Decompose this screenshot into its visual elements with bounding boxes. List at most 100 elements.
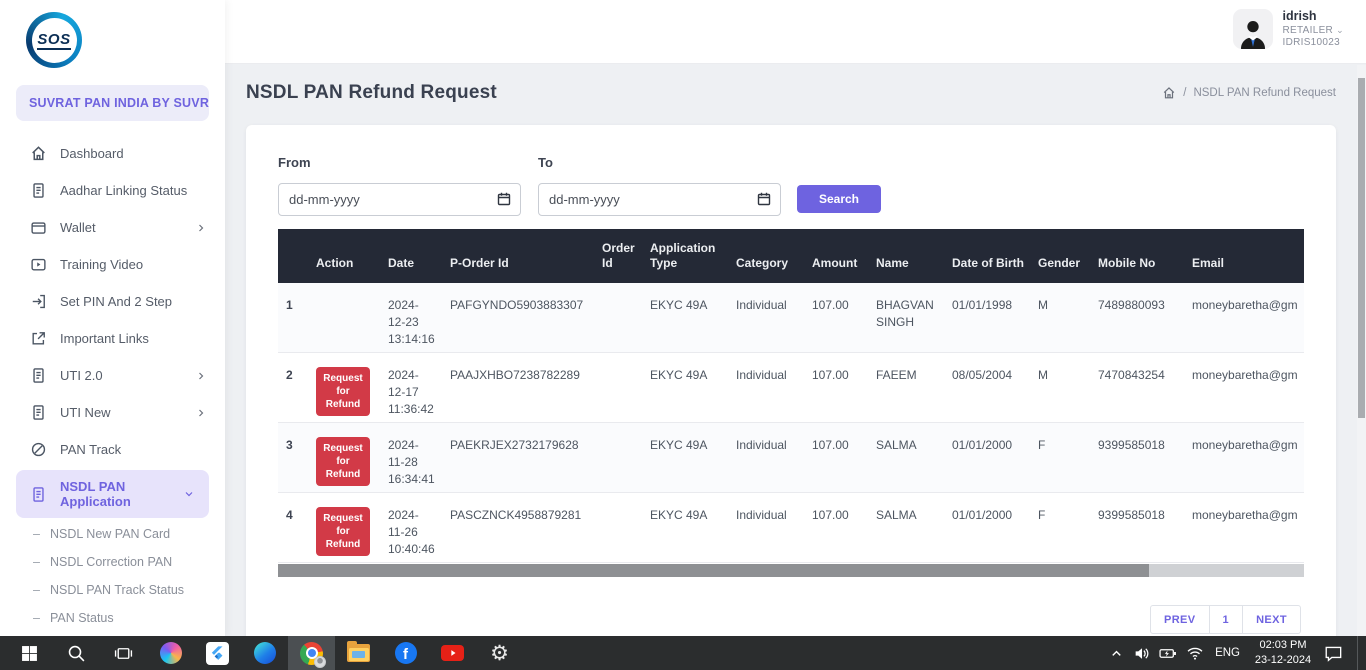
horizontal-scrollbar-thumb[interactable] bbox=[278, 564, 1149, 577]
cell-order_id bbox=[596, 353, 644, 422]
taskbar-search-icon[interactable] bbox=[53, 636, 100, 670]
pagination: PREV 1 NEXT bbox=[278, 605, 1304, 634]
language-indicator[interactable]: ENG bbox=[1213, 647, 1242, 659]
sidebar-item-nsdl-pan-application[interactable]: NSDL PAN Application bbox=[16, 470, 209, 518]
sidebar-item-pan-track[interactable]: PAN Track bbox=[0, 431, 225, 468]
next-page-button[interactable]: NEXT bbox=[1242, 605, 1301, 634]
sidebar-item-aadhar-linking-status[interactable]: Aadhar Linking Status bbox=[0, 172, 225, 209]
cell-gender: F bbox=[1032, 493, 1092, 562]
sidebar-subitem-nsdl-correction-pan[interactable]: –NSDL Correction PAN bbox=[0, 548, 225, 576]
taskbar-chrome-icon[interactable] bbox=[288, 636, 335, 670]
cell-action bbox=[310, 283, 382, 352]
user-role: RETAILER bbox=[1283, 25, 1334, 36]
taskbar-task-view-icon[interactable] bbox=[100, 636, 147, 670]
page-scrollbar-thumb[interactable] bbox=[1358, 78, 1365, 418]
column-header bbox=[278, 272, 310, 283]
sidebar-subitem-pan-status[interactable]: –PAN Status bbox=[0, 604, 225, 632]
cell-amount: 107.00 bbox=[806, 493, 870, 562]
cell-mobile: 7470843254 bbox=[1092, 353, 1186, 422]
request-refund-button[interactable]: Request for Refund bbox=[316, 437, 370, 486]
request-refund-button[interactable]: Request for Refund bbox=[316, 367, 370, 416]
sidebar-subitem-label: NSDL Correction PAN bbox=[50, 555, 172, 569]
chrome-profile-badge bbox=[314, 656, 326, 668]
cell-gender: M bbox=[1032, 353, 1092, 422]
cell-mobile: 7489880093 bbox=[1092, 283, 1186, 352]
battery-icon[interactable] bbox=[1159, 645, 1177, 662]
system-tray: ENG 02:03 PM 23-12-2024 bbox=[1109, 636, 1366, 670]
taskbar-copilot-icon[interactable] bbox=[147, 636, 194, 670]
avatar[interactable] bbox=[1233, 9, 1273, 49]
taskbar-facebook-icon[interactable]: f bbox=[382, 636, 429, 670]
sidebar-item-wallet[interactable]: Wallet bbox=[0, 209, 225, 246]
sidebar-item-uti-new[interactable]: UTI New bbox=[0, 394, 225, 431]
cell-amount: 107.00 bbox=[806, 353, 870, 422]
sidebar-item-dashboard[interactable]: Dashboard bbox=[0, 135, 225, 172]
page-number-button[interactable]: 1 bbox=[1209, 605, 1244, 634]
cell-p_order_id: PAEKRJEX2732179628 bbox=[444, 423, 596, 492]
clock[interactable]: 02:03 PM 23-12-2024 bbox=[1251, 638, 1315, 668]
cell-amount: 107.00 bbox=[806, 283, 870, 352]
to-date-input[interactable] bbox=[538, 183, 781, 216]
cell-sno: 4 bbox=[278, 493, 310, 562]
wallet-icon bbox=[30, 219, 47, 236]
taskbar-youtube-icon[interactable] bbox=[429, 636, 476, 670]
sidebar-item-important-links[interactable]: Important Links bbox=[0, 320, 225, 357]
taskbar-edge-icon[interactable] bbox=[241, 636, 288, 670]
hidden-icons-chevron-icon[interactable] bbox=[1109, 646, 1124, 661]
cell-order_id bbox=[596, 423, 644, 492]
cell-amount: 107.00 bbox=[806, 423, 870, 492]
calendar-icon[interactable] bbox=[496, 191, 512, 207]
volume-icon[interactable] bbox=[1133, 645, 1150, 662]
horizontal-scrollbar[interactable] bbox=[278, 564, 1304, 577]
sidebar-item-set-pin-and-2-step[interactable]: Set PIN And 2 Step bbox=[0, 283, 225, 320]
cell-p_order_id: PAAJXHBO7238782289 bbox=[444, 353, 596, 422]
app-logo[interactable]: SOS bbox=[26, 12, 82, 68]
sidebar-item-label: Dashboard bbox=[60, 146, 124, 161]
taskbar-file-explorer-icon[interactable] bbox=[335, 636, 382, 670]
screen: idrish RETAILER ⌄ IDRIS10023 SOS SUVRAT … bbox=[0, 0, 1366, 670]
user-menu[interactable]: idrish RETAILER ⌄ IDRIS10023 bbox=[1233, 9, 1345, 50]
chevron-down-icon[interactable]: ⌄ bbox=[1336, 25, 1344, 35]
sidebar-subitem-nsdl-pan-track-status[interactable]: –NSDL PAN Track Status bbox=[0, 576, 225, 604]
taskbar-settings-icon[interactable]: ⚙ bbox=[476, 636, 523, 670]
sidebar-subitem-label: NSDL PAN Track Status bbox=[50, 583, 184, 597]
cell-gender: M bbox=[1032, 283, 1092, 352]
from-date-input[interactable] bbox=[278, 183, 521, 216]
sidebar-item-label: Important Links bbox=[60, 331, 149, 346]
taskbar-flutter-icon[interactable] bbox=[194, 636, 241, 670]
calendar-icon[interactable] bbox=[756, 191, 772, 207]
cell-application_type: EKYC 49A bbox=[644, 423, 730, 492]
sidebar-item-uti-2-0[interactable]: UTI 2.0 bbox=[0, 357, 225, 394]
sidebar-item-label: Training Video bbox=[60, 257, 143, 272]
sidebar-item-label: UTI 2.0 bbox=[60, 368, 103, 383]
file-icon bbox=[30, 486, 47, 503]
column-header: Application Type bbox=[644, 241, 730, 283]
prev-page-button[interactable]: PREV bbox=[1150, 605, 1210, 634]
sidebar-item-training-video[interactable]: Training Video bbox=[0, 246, 225, 283]
home-icon[interactable] bbox=[1162, 86, 1176, 100]
page-scrollbar[interactable] bbox=[1357, 65, 1366, 636]
taskbar-apps: f⚙ bbox=[0, 636, 523, 670]
page-head: NSDL PAN Refund Request / NSDL PAN Refun… bbox=[246, 76, 1336, 110]
taskbar-start-icon[interactable] bbox=[6, 636, 53, 670]
cell-date: 2024-11-26 10:40:46 bbox=[382, 493, 444, 562]
cell-name: SALMA bbox=[870, 423, 946, 492]
org-name-chip: SUVRAT PAN INDIA BY SUVR bbox=[16, 85, 209, 121]
show-desktop-button[interactable] bbox=[1357, 636, 1362, 670]
page-title: NSDL PAN Refund Request bbox=[246, 82, 497, 104]
wifi-icon[interactable] bbox=[1186, 644, 1204, 662]
table-row: 3Request for Refund2024-11-28 16:34:41PA… bbox=[278, 423, 1304, 493]
request-refund-button[interactable]: Request for Refund bbox=[316, 507, 370, 556]
user-name: idrish bbox=[1283, 9, 1345, 25]
dash-icon: – bbox=[33, 527, 40, 541]
search-button[interactable]: Search bbox=[797, 185, 881, 213]
action-center-icon[interactable] bbox=[1324, 644, 1344, 662]
sidebar-subitem-nsdl-new-pan-card[interactable]: –NSDL New PAN Card bbox=[0, 520, 225, 548]
cell-dob: 01/01/1998 bbox=[946, 283, 1032, 352]
content-card: From To Search Actio bbox=[246, 125, 1336, 645]
cell-dob: 01/01/2000 bbox=[946, 493, 1032, 562]
cell-sno: 3 bbox=[278, 423, 310, 492]
cell-sno: 2 bbox=[278, 353, 310, 422]
video-icon bbox=[30, 256, 47, 273]
file-icon bbox=[30, 182, 47, 199]
